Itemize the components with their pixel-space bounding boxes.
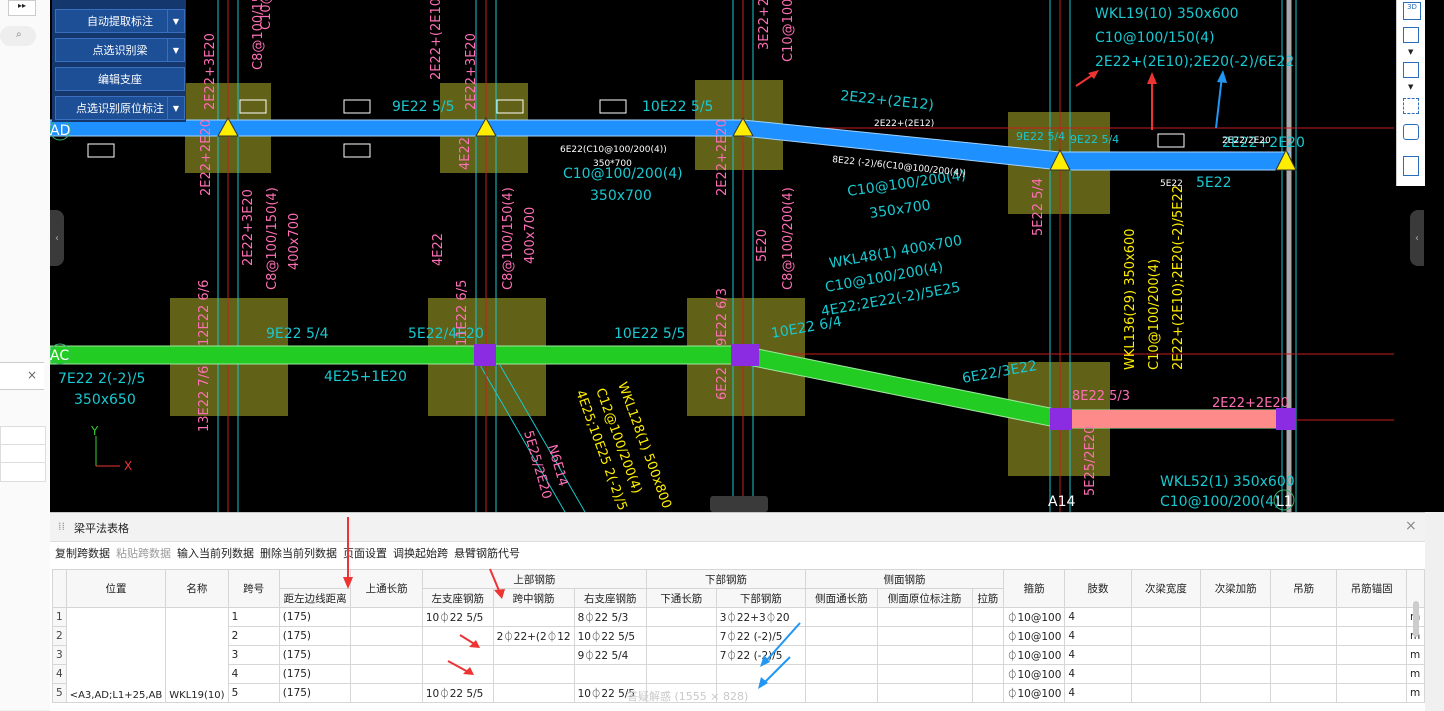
- sub-panel-header: ×: [0, 362, 44, 390]
- beam-label: 4E22: [431, 233, 446, 266]
- view-toolbar: 3D ▼ ▼: [1396, 0, 1425, 186]
- beam-label: 2E22+(2E10);2E20(-2)/6E22: [1095, 54, 1294, 70]
- beam-label: 2E22/2E20: [1222, 136, 1271, 146]
- pick-identify-in-situ-button[interactable]: 点选识别原位标注 ▼: [55, 96, 185, 120]
- beam-label: 9E22 5/4: [266, 326, 329, 342]
- cad-viewport[interactable]: AD AC AB A14 L1 Y X WKL19(10) 350x600 C1…: [50, 0, 1394, 512]
- beam-ab[interactable]: [1060, 410, 1290, 428]
- beam-label: 5E22: [1196, 175, 1232, 191]
- beam-label: 6E22(C10@100/200(4)): [560, 145, 667, 155]
- view-3d-icon[interactable]: 3D: [1403, 2, 1421, 20]
- collapse-right-icon[interactable]: ‹: [1410, 210, 1424, 266]
- axis-label: AD: [50, 123, 70, 139]
- beam-label: C10@100/200(4): [1160, 494, 1280, 510]
- expand-icon[interactable]: ▸▸: [8, 0, 36, 16]
- beam-label: 10E22 5/5: [642, 99, 713, 115]
- beam-label: 350x650: [74, 392, 136, 408]
- cad-drawing[interactable]: AD AC AB A14 L1 Y X WKL19(10) 350x600 C1…: [50, 0, 1394, 512]
- beam-label: 5E20: [755, 229, 770, 262]
- beam-label: 12E22 6/6: [197, 280, 212, 346]
- beam-label: 2E22+3E20: [241, 189, 256, 266]
- axis-label: A14: [1048, 494, 1075, 510]
- beam-label: 8E22 5/3: [1072, 389, 1130, 404]
- cube-icon[interactable]: [1403, 62, 1419, 78]
- beam-label: 9E22 5/5: [392, 99, 455, 115]
- edit-support-button[interactable]: 编辑支座: [55, 67, 185, 91]
- chevron-down-icon[interactable]: ▼: [1408, 83, 1413, 91]
- beam-label: 2E22+2E20: [199, 119, 214, 196]
- beam-label: 2E22+(2E10);2E20(-2)/5E22: [1171, 185, 1186, 370]
- search-icon: ⌕: [16, 29, 22, 40]
- beam-label: 5E22/4E20: [408, 326, 484, 342]
- table-scrollbar[interactable]: [1413, 601, 1419, 637]
- beam-label: C10@100/1: [259, 0, 274, 30]
- beam-label: 2E22+3E20: [464, 33, 479, 110]
- axis-label: AC: [50, 348, 69, 364]
- pick-identify-beam-button[interactable]: 点选识别梁 ▼: [55, 38, 185, 62]
- beam-label: 3E22+2E: [757, 0, 772, 50]
- cube-icon[interactable]: [1403, 27, 1419, 43]
- chevron-down-icon[interactable]: ▼: [167, 97, 184, 119]
- beam-label: 6E22: [715, 367, 730, 400]
- beam-label: WKL52(1) 350x600: [1160, 474, 1295, 490]
- list-item[interactable]: [0, 462, 46, 482]
- help-hint: 答疑解惑 (1555 × 828): [627, 690, 749, 703]
- axis-x-label: X: [124, 459, 132, 473]
- chevron-down-icon[interactable]: ▼: [167, 10, 184, 32]
- beam-label: 9E22 5/4: [1016, 130, 1065, 143]
- beam-label: WKL136(29) 350x600: [1123, 228, 1138, 370]
- property-icon[interactable]: [1403, 156, 1419, 176]
- zoom-extents-icon[interactable]: [1403, 98, 1419, 114]
- search-box[interactable]: ⌕: [0, 26, 36, 46]
- beam-label: 400x700: [523, 207, 538, 264]
- collapse-left-icon[interactable]: ‹: [50, 210, 64, 266]
- beam-label: 9E22 6/3: [715, 288, 730, 346]
- beam-label: 2E22+(2E12): [874, 119, 934, 129]
- left-sidebar: ▸▸ ⌕ ×: [0, 0, 51, 710]
- annotation-arrows: [343, 517, 801, 689]
- beam-label: 5E22: [1160, 179, 1183, 189]
- beam-label: C8@100/150(4): [501, 187, 516, 290]
- axis-y-label: Y: [90, 424, 99, 438]
- beam-label: 2E22+2E20: [1212, 396, 1289, 411]
- beam-label: 350x700: [590, 188, 652, 204]
- beam-label: 5E22 5/4: [1031, 178, 1046, 236]
- beam-label: WKL19(10) 350x600: [1095, 6, 1239, 22]
- beam-label: C10@100/2: [781, 0, 796, 62]
- beam-label: 2E22+(2E12): [840, 88, 935, 114]
- beam-label: 2E22+3E20: [203, 33, 218, 110]
- beam-label: 4E22: [458, 137, 473, 170]
- beam-label: 5E25/2E20: [1083, 426, 1098, 496]
- beam-label: 10E22 5/5: [614, 326, 685, 342]
- beam-label: 350*700: [593, 159, 632, 169]
- beam-label: 9E22 5/4: [1070, 133, 1119, 146]
- beam-label: 13E22 7/6: [197, 366, 212, 432]
- beam-label: 11E22 6/5: [455, 280, 470, 346]
- list-item[interactable]: [0, 426, 46, 446]
- chevron-down-icon[interactable]: ▼: [167, 39, 184, 61]
- beam-label: 5E25/2E20: [520, 429, 554, 501]
- beam-table-panel: ⁞⁞ 梁平法表格 × 复制跨数据 粘贴跨数据 输入当前列数据 删除当前列数据 页…: [50, 512, 1425, 711]
- beam-label: C8@100/200(4): [781, 187, 796, 290]
- beam-label: 7E22 2(-2)/5: [58, 371, 145, 387]
- beam-label: C8@100/150(4): [265, 187, 280, 290]
- beam-label: WKL48(1) 400x700: [828, 233, 963, 272]
- list-item[interactable]: [0, 444, 46, 464]
- close-icon[interactable]: ×: [27, 368, 37, 382]
- view-cube-icon[interactable]: [1403, 124, 1419, 140]
- chevron-down-icon[interactable]: ▼: [1408, 48, 1413, 56]
- beam-label: 8E22 (-2)/6(C10@100/200(4)): [832, 155, 967, 179]
- beam-label: 2E22+(2E10): [429, 0, 444, 80]
- beam-label: 350x700: [868, 198, 931, 222]
- beam-label: C10@100/200(4): [1147, 259, 1162, 370]
- beam-label: 2E22+2E20: [715, 119, 730, 196]
- beam-label: 4E25+1E20: [324, 369, 407, 385]
- beam-label: C10@100/150(4): [1095, 30, 1215, 46]
- auto-extract-annotation-button[interactable]: 自动提取标注 ▼: [55, 9, 185, 33]
- beam-label: 400x700: [287, 213, 302, 270]
